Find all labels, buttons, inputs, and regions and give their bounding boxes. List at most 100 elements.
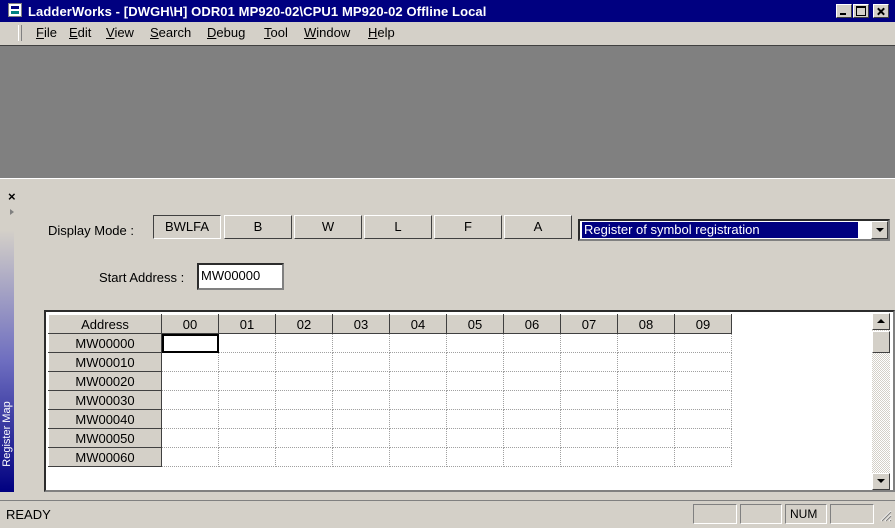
row-address-header[interactable]: MW00030: [48, 390, 162, 410]
menu-search[interactable]: Search: [150, 25, 191, 40]
register-cell[interactable]: [503, 428, 561, 448]
register-cell[interactable]: [560, 333, 618, 353]
grid-vertical-scrollbar[interactable]: [872, 313, 890, 490]
register-cell[interactable]: [218, 428, 276, 448]
minimize-button[interactable]: [836, 4, 852, 18]
mode-button-w[interactable]: W: [294, 215, 362, 239]
column-header[interactable]: 05: [446, 314, 504, 334]
register-cell[interactable]: [332, 390, 390, 410]
register-cell[interactable]: [218, 352, 276, 372]
register-cell[interactable]: [503, 390, 561, 410]
register-cell[interactable]: [389, 428, 447, 448]
column-header[interactable]: 07: [560, 314, 618, 334]
pane-close-icon[interactable]: ×: [8, 189, 16, 204]
register-cell[interactable]: [560, 409, 618, 429]
register-cell[interactable]: [332, 409, 390, 429]
column-header[interactable]: 04: [389, 314, 447, 334]
menu-window[interactable]: Window: [304, 25, 350, 40]
register-cell[interactable]: [560, 428, 618, 448]
register-cell[interactable]: [275, 333, 333, 353]
register-cell[interactable]: [332, 371, 390, 391]
register-cell[interactable]: [275, 409, 333, 429]
address-column-header[interactable]: Address: [48, 314, 162, 334]
size-grip-icon[interactable]: [878, 508, 892, 522]
mode-button-l[interactable]: L: [364, 215, 432, 239]
register-cell[interactable]: [332, 333, 390, 353]
register-cell[interactable]: [389, 390, 447, 410]
register-cell[interactable]: [446, 428, 504, 448]
register-cell[interactable]: [275, 428, 333, 448]
register-cell[interactable]: [218, 447, 276, 467]
pane-expand-icon[interactable]: [10, 209, 14, 215]
register-cell[interactable]: [503, 371, 561, 391]
register-cell[interactable]: [218, 409, 276, 429]
register-cell[interactable]: [161, 371, 219, 391]
register-cell[interactable]: [446, 447, 504, 467]
register-cell[interactable]: [503, 333, 561, 353]
pane-splitter[interactable]: [0, 178, 895, 183]
register-cell[interactable]: [617, 352, 675, 372]
register-cell[interactable]: [617, 371, 675, 391]
register-cell[interactable]: [674, 409, 732, 429]
register-cell[interactable]: [674, 447, 732, 467]
column-header[interactable]: 03: [332, 314, 390, 334]
register-cell[interactable]: [332, 352, 390, 372]
mode-button-f[interactable]: F: [434, 215, 502, 239]
register-cell[interactable]: [560, 390, 618, 410]
register-cell[interactable]: [617, 390, 675, 410]
row-address-header[interactable]: MW00000: [48, 333, 162, 353]
row-address-header[interactable]: MW00010: [48, 352, 162, 372]
register-cell[interactable]: [332, 428, 390, 448]
column-header[interactable]: 02: [275, 314, 333, 334]
menu-view[interactable]: View: [106, 25, 134, 40]
menu-debug[interactable]: Debug: [207, 25, 245, 40]
register-cell[interactable]: [617, 409, 675, 429]
register-cell[interactable]: [161, 390, 219, 410]
register-cell[interactable]: [446, 371, 504, 391]
register-cell[interactable]: [161, 333, 219, 353]
register-cell[interactable]: [674, 333, 732, 353]
register-cell[interactable]: [389, 447, 447, 467]
scroll-down-icon[interactable]: [872, 473, 890, 490]
register-cell[interactable]: [503, 352, 561, 372]
register-cell[interactable]: [503, 409, 561, 429]
menu-edit[interactable]: Edit: [69, 25, 91, 40]
register-cell[interactable]: [275, 371, 333, 391]
register-cell[interactable]: [674, 371, 732, 391]
app-icon[interactable]: [8, 3, 22, 17]
register-cell[interactable]: [446, 352, 504, 372]
register-cell[interactable]: [389, 409, 447, 429]
title-bar[interactable]: LadderWorks - [DWGH\H] ODR01 MP920-02\CP…: [0, 0, 895, 22]
row-address-header[interactable]: MW00050: [48, 428, 162, 448]
row-address-header[interactable]: MW00020: [48, 371, 162, 391]
register-cell[interactable]: [275, 390, 333, 410]
register-cell[interactable]: [674, 390, 732, 410]
chevron-down-icon[interactable]: [871, 221, 888, 239]
row-address-header[interactable]: MW00060: [48, 447, 162, 467]
register-cell[interactable]: [275, 447, 333, 467]
mode-button-bwlfa[interactable]: BWLFA: [153, 215, 221, 239]
register-cell[interactable]: [161, 447, 219, 467]
register-cell[interactable]: [161, 428, 219, 448]
register-cell[interactable]: [218, 333, 276, 353]
register-cell[interactable]: [560, 352, 618, 372]
register-cell[interactable]: [389, 333, 447, 353]
register-cell[interactable]: [446, 409, 504, 429]
column-header[interactable]: 06: [503, 314, 561, 334]
column-header[interactable]: 08: [617, 314, 675, 334]
column-header[interactable]: 09: [674, 314, 732, 334]
menu-help[interactable]: Help: [368, 25, 395, 40]
register-cell[interactable]: [617, 447, 675, 467]
register-cell[interactable]: [446, 390, 504, 410]
register-cell[interactable]: [332, 447, 390, 467]
register-cell[interactable]: [674, 352, 732, 372]
register-cell[interactable]: [161, 352, 219, 372]
scroll-thumb[interactable]: [872, 331, 890, 353]
register-cell[interactable]: [617, 428, 675, 448]
row-address-header[interactable]: MW00040: [48, 409, 162, 429]
start-address-input[interactable]: MW00000: [197, 263, 284, 290]
mode-button-b[interactable]: B: [224, 215, 292, 239]
register-type-select[interactable]: Register of symbol registration: [578, 219, 890, 241]
register-cell[interactable]: [617, 333, 675, 353]
register-cell[interactable]: [389, 352, 447, 372]
